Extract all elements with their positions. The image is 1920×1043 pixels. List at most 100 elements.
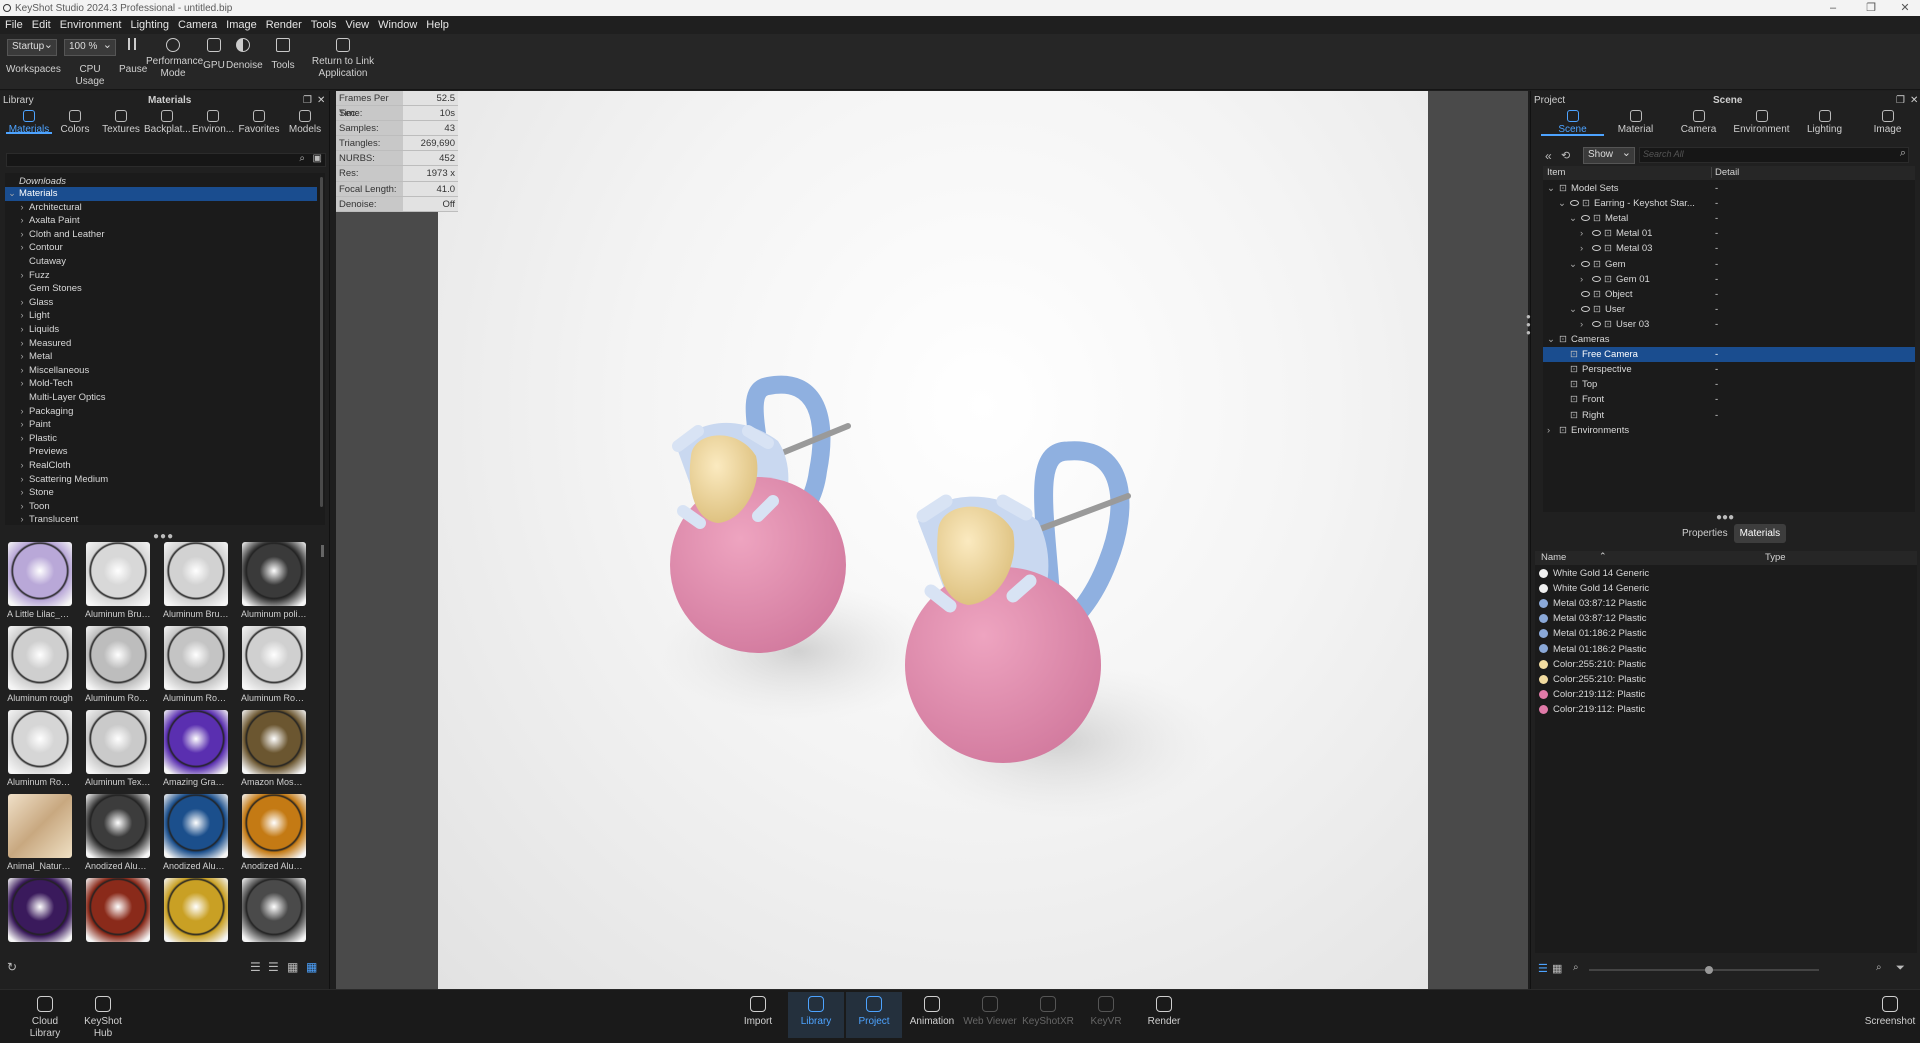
library-tree-item[interactable]: › Metal (5, 350, 317, 364)
library-tree-item[interactable]: › Plastic (5, 432, 317, 446)
library-tree-item[interactable]: › Packaging (5, 405, 317, 419)
detail-column-header[interactable]: Detail (1711, 167, 1739, 178)
scene-tree-item[interactable]: ⌄ ⊡ Model Sets - (1543, 181, 1915, 196)
bottom-project-button[interactable]: Project (846, 992, 902, 1038)
scene-tree-item[interactable]: ⊡ Front - (1543, 392, 1915, 407)
zoom-out-icon[interactable]: ⌕ (1573, 962, 1579, 973)
scene-material-row[interactable]: Color:219:112: Plastic (1539, 687, 1911, 702)
chevron-right-icon[interactable]: › (15, 377, 29, 391)
library-tree-item[interactable]: › Scattering Medium (5, 473, 317, 487)
material-thumbnail[interactable]: Aluminum Rough... (85, 626, 151, 704)
scene-tree-item[interactable]: ⊡ Perspective - (1543, 362, 1915, 377)
list-view-icon[interactable]: ☰ (1538, 962, 1548, 975)
project-tab-camera[interactable]: Camera (1667, 108, 1730, 136)
collapse-all-icon[interactable]: « (1545, 149, 1552, 163)
chevron-right-icon[interactable]: › (15, 296, 29, 310)
bottom-render-button[interactable]: Render (1136, 992, 1192, 1038)
menu-tools[interactable]: Tools (308, 19, 343, 31)
material-thumbnail[interactable]: Aluminum rough (7, 626, 73, 704)
subtab-properties[interactable]: Properties (1676, 524, 1734, 543)
gpu-button[interactable]: GPU (203, 38, 225, 72)
chevron-right-icon[interactable]: › (15, 405, 29, 419)
project-tab-environment[interactable]: Environment (1730, 108, 1793, 136)
chevron-right-icon[interactable]: › (15, 473, 29, 487)
chevron-right-icon[interactable]: › (15, 337, 29, 351)
scene-material-row[interactable]: Metal 01:186:2 Plastic (1539, 642, 1911, 657)
chevron-down-icon[interactable]: ⌄ (1569, 211, 1577, 226)
show-filter-select[interactable]: Show (1583, 146, 1635, 164)
panel-splitter-dots[interactable]: ●●● (153, 531, 174, 542)
material-thumbnail[interactable]: Anodized Alumin... (241, 794, 307, 872)
library-tree-item[interactable]: › Cloth and Leather (5, 228, 317, 242)
visibility-eye-icon[interactable] (1570, 200, 1579, 207)
material-thumbnail[interactable]: Aluminum Rough... (7, 710, 73, 788)
tools-button[interactable]: Tools (268, 38, 298, 72)
library-tree-item[interactable]: › Liquids (5, 323, 317, 337)
library-tree-item[interactable]: Previews (5, 445, 317, 459)
library-tree-item[interactable]: › Stone (5, 486, 317, 500)
menu-help[interactable]: Help (423, 19, 455, 31)
search-icon[interactable]: ⌕ (1900, 147, 1906, 160)
chevron-right-icon[interactable]: › (1580, 272, 1583, 287)
scene-material-row[interactable]: Metal 03:87:12 Plastic (1539, 596, 1911, 611)
restore-icon[interactable]: ❐ (1856, 0, 1886, 16)
library-search-input[interactable]: ⌕ ▣ (6, 153, 326, 167)
scene-mode-icon[interactable]: ⟲ (1561, 149, 1570, 162)
library-tab-0[interactable]: Materials (6, 108, 52, 135)
performance-mode-button[interactable]: Performance Mode (146, 38, 203, 80)
chevron-right-icon[interactable]: › (1580, 241, 1583, 256)
library-tree-item[interactable]: › Toon (5, 500, 317, 514)
scene-material-row[interactable]: Color:255:210: Plastic (1539, 672, 1911, 687)
chevron-right-icon[interactable]: › (15, 486, 29, 500)
visibility-eye-icon[interactable] (1592, 230, 1601, 237)
chevron-right-icon[interactable]: › (15, 269, 29, 283)
chevron-right-icon[interactable]: › (15, 214, 29, 228)
scene-tree-item[interactable]: › ⊡ User 03 - (1543, 317, 1915, 332)
name-column-header[interactable]: Name (1541, 552, 1566, 563)
chevron-right-icon[interactable]: › (15, 350, 29, 364)
visibility-eye-icon[interactable] (1581, 305, 1590, 312)
real-time-viewport[interactable]: Frames Per Sec: 52.5 Time: 10s Samples: 43 Tri… (336, 91, 1528, 989)
library-tab-6[interactable]: Models (282, 108, 328, 135)
chevron-right-icon[interactable]: › (15, 309, 29, 323)
library-tree-item[interactable]: › Miscellaneous (5, 364, 317, 378)
render-view[interactable] (438, 91, 1428, 989)
library-tree-item[interactable]: ⌄ Materials (5, 187, 317, 201)
chevron-right-icon[interactable]: › (15, 432, 29, 446)
minimize-icon[interactable]: – (1818, 0, 1848, 16)
material-thumbnail[interactable]: Anodized Alumin... (85, 794, 151, 872)
library-tree-item[interactable]: Cutaway (5, 255, 317, 269)
detail-view-icon[interactable]: ☰ (268, 960, 279, 974)
library-tab-4[interactable]: Environ... (190, 108, 236, 135)
material-thumbnail[interactable]: Anodized Alumin... (163, 794, 229, 872)
library-tree-item[interactable]: › Glass (5, 296, 317, 310)
chevron-down-icon[interactable]: ⌄ (1569, 302, 1577, 317)
menu-environment[interactable]: Environment (57, 19, 128, 31)
scene-material-row[interactable]: Metal 03:87:12 Plastic (1539, 611, 1911, 626)
folder-icon[interactable]: ▣ (313, 153, 322, 164)
visibility-eye-icon[interactable] (1581, 260, 1590, 267)
scene-tree-item[interactable]: ⌄ ⊡ Earring - Keyshot Star... - (1543, 196, 1915, 211)
chevron-down-icon[interactable]: ⌄ (1547, 181, 1555, 196)
library-tree-item[interactable]: › Translucent (5, 513, 317, 527)
tree-scrollbar[interactable] (320, 177, 323, 507)
library-tab-2[interactable]: Textures (98, 108, 144, 135)
chevron-down-icon[interactable]: ⌄ (1558, 196, 1566, 211)
material-thumbnail[interactable]: Amazing Grape_7... (163, 710, 229, 788)
library-tab-3[interactable]: Backplat... (144, 108, 191, 135)
scene-material-row[interactable]: Metal 01:186:2 Plastic (1539, 626, 1911, 641)
project-tab-material[interactable]: Material (1604, 108, 1667, 136)
menu-window[interactable]: Window (375, 19, 423, 31)
material-thumbnail[interactable]: A Little Lilac_7456... (7, 542, 73, 620)
scene-material-row[interactable]: Color:255:210: Plastic (1539, 657, 1911, 672)
project-tab-lighting[interactable]: Lighting (1793, 108, 1856, 136)
zoom-in-icon[interactable]: ⌕ (1876, 962, 1882, 973)
material-thumbnail[interactable] (241, 878, 307, 946)
library-tree-item[interactable]: › Mold-Tech (5, 377, 317, 391)
visibility-eye-icon[interactable] (1592, 245, 1601, 252)
scene-material-row[interactable]: Color:219:112: Plastic (1539, 702, 1911, 717)
pause-button[interactable]: Pause (119, 38, 147, 76)
library-tree-item[interactable]: › Fuzz (5, 269, 317, 283)
scene-tree-item[interactable]: › ⊡ Metal 03 - (1543, 241, 1915, 256)
scene-material-row[interactable]: White Gold 14 Generic (1539, 566, 1911, 581)
